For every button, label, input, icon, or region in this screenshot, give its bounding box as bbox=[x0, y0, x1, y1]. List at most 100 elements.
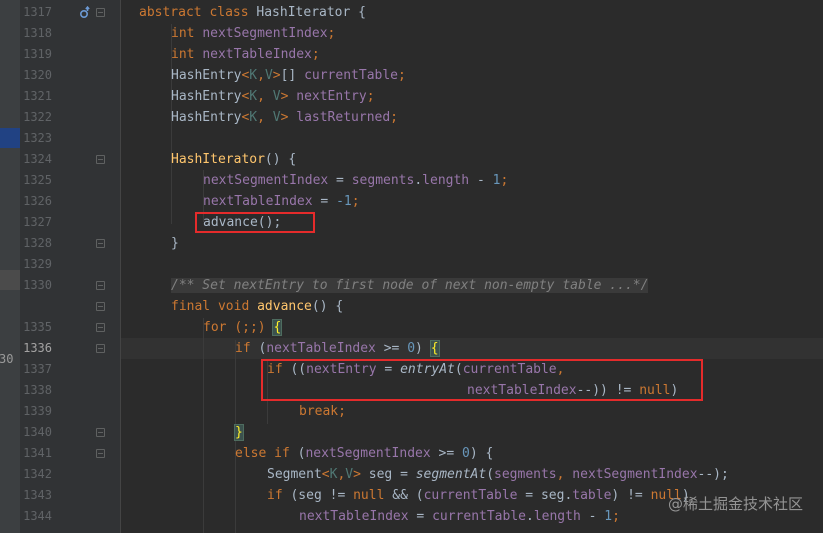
code-text: ; bbox=[338, 404, 346, 419]
keyword: for bbox=[203, 320, 235, 335]
line-number: 1335 bbox=[23, 320, 52, 334]
code-line-1321: HashEntry<K, V> nextEntry; bbox=[171, 86, 375, 107]
fold-toggle-icon[interactable] bbox=[96, 281, 105, 290]
line-number: 1343 bbox=[23, 488, 52, 502]
code-line-1343: if (seg != null && (currentTable = seg.t… bbox=[267, 485, 690, 506]
code-text: - bbox=[469, 173, 493, 188]
line-number: 1341 bbox=[23, 446, 52, 460]
line-number: 1318 bbox=[23, 26, 52, 40]
field-name: lastReturned bbox=[296, 110, 391, 125]
generic-param: V bbox=[272, 89, 281, 104]
fold-toggle-icon[interactable] bbox=[96, 155, 105, 164]
code-text: > bbox=[280, 89, 297, 104]
keyword: break bbox=[299, 404, 339, 419]
field-name: nextEntry bbox=[296, 89, 367, 104]
code-text: ) { bbox=[469, 446, 494, 461]
fold-toggle-icon[interactable] bbox=[96, 449, 105, 458]
matched-brace: } bbox=[234, 424, 244, 441]
code-text: ; bbox=[390, 110, 398, 125]
annotation-box-advance bbox=[195, 212, 315, 233]
line-number-gutter[interactable]: 1317 1318 1319 1320 1321 1322 1323 1324 … bbox=[20, 0, 121, 533]
code-text: ; bbox=[311, 47, 320, 62]
line-number: 1326 bbox=[23, 194, 52, 208]
field-name: nextTableIndex bbox=[299, 509, 409, 524]
keyword: abstract class bbox=[139, 5, 257, 20]
code-line-1330: /** Set nextEntry to first node of next … bbox=[171, 275, 649, 296]
watermark-text: @稀土掘金技术社区 bbox=[667, 495, 803, 513]
code-text: >= bbox=[430, 446, 462, 461]
code-text: ( bbox=[486, 467, 495, 482]
code-text: ; bbox=[366, 89, 375, 104]
code-editor[interactable]: 30 1317 1318 1319 1320 1321 1322 1323 13… bbox=[0, 0, 823, 533]
generic-param: V bbox=[264, 68, 273, 83]
field-name: length bbox=[533, 509, 581, 524]
gutter-fragment-text: 30 bbox=[0, 352, 14, 366]
constructor-name: HashIterator bbox=[171, 152, 265, 167]
code-text: - bbox=[580, 509, 605, 524]
class-name: HashIterator bbox=[256, 5, 351, 20]
line-number: 1344 bbox=[23, 509, 52, 523]
code-line-1335: for (;;) { bbox=[203, 317, 283, 338]
line-number: 1328 bbox=[23, 236, 52, 250]
line-number: 1340 bbox=[23, 425, 52, 439]
type-name: Segment bbox=[267, 467, 322, 482]
keyword: null bbox=[353, 488, 385, 503]
selection-marker bbox=[0, 128, 20, 148]
line-number: 1327 bbox=[23, 215, 52, 229]
type-name: HashEntry bbox=[171, 68, 242, 83]
line-number: 1323 bbox=[23, 131, 52, 145]
line-number: 1322 bbox=[23, 110, 52, 124]
code-line-1336: if (nextTableIndex >= 0) { bbox=[235, 338, 440, 359]
line-number: 1337 bbox=[23, 362, 52, 376]
code-text: (;;) bbox=[234, 320, 274, 335]
code-text: . bbox=[414, 173, 423, 188]
number-literal: 1 bbox=[604, 509, 613, 524]
line-number: 1330 bbox=[23, 278, 52, 292]
code-area[interactable]: abstract class HashIterator { int nextSe… bbox=[121, 0, 823, 533]
code-line-1325: nextSegmentIndex = segments.length - 1; bbox=[203, 170, 508, 191]
fold-toggle-icon[interactable] bbox=[96, 239, 105, 248]
generic-param: V bbox=[272, 110, 281, 125]
code-line-1339: break; bbox=[299, 401, 346, 422]
method-name: advance bbox=[257, 299, 312, 314]
current-line-number: 1336 bbox=[23, 341, 52, 355]
field-name: segments bbox=[351, 173, 415, 188]
code-text: > bbox=[353, 467, 369, 482]
code-text: (seg != bbox=[290, 488, 354, 503]
type-name: HashEntry bbox=[171, 110, 242, 125]
field-name: nextTableIndex bbox=[266, 341, 376, 356]
line-number: 1339 bbox=[23, 404, 52, 418]
fold-toggle-icon[interactable] bbox=[96, 428, 105, 437]
field-name: nextSegmentIndex bbox=[572, 467, 698, 482]
code-line-1324: HashIterator() { bbox=[171, 149, 296, 170]
keyword: int bbox=[171, 47, 203, 62]
code-line-1340: } bbox=[234, 422, 244, 443]
field-name: nextTableIndex bbox=[202, 47, 312, 62]
field-name: currentTable bbox=[432, 509, 526, 524]
code-text: , bbox=[257, 68, 265, 83]
code-text: } bbox=[171, 236, 179, 251]
code-text: seg = bbox=[368, 467, 416, 482]
fold-toggle-icon[interactable] bbox=[96, 302, 105, 311]
line-number: 1338 bbox=[23, 383, 52, 397]
doc-comment[interactable]: /** Set nextEntry to first node of next … bbox=[171, 278, 649, 293]
scroll-marker bbox=[0, 270, 20, 290]
code-text: { bbox=[350, 5, 366, 20]
code-line-1326: nextTableIndex = -1; bbox=[203, 191, 360, 212]
code-text: --); bbox=[697, 467, 729, 482]
field-name: nextTableIndex bbox=[203, 194, 313, 209]
keyword: final void bbox=[171, 299, 258, 314]
generic-param: V bbox=[345, 467, 354, 482]
left-tool-strip: 30 bbox=[0, 0, 21, 533]
field-name: currentTable bbox=[304, 68, 398, 83]
code-text: . bbox=[525, 509, 534, 524]
fold-toggle-icon[interactable] bbox=[96, 323, 105, 332]
implemented-method-icon[interactable] bbox=[78, 6, 92, 20]
fold-toggle-icon[interactable] bbox=[96, 344, 105, 353]
code-text: () { bbox=[311, 299, 344, 314]
field-name: nextSegmentIndex bbox=[202, 26, 328, 41]
code-text: = bbox=[312, 194, 337, 209]
fold-toggle-icon[interactable] bbox=[96, 8, 105, 17]
code-text: , bbox=[257, 110, 273, 125]
code-line-1341: else if (nextSegmentIndex >= 0) { bbox=[235, 443, 493, 464]
